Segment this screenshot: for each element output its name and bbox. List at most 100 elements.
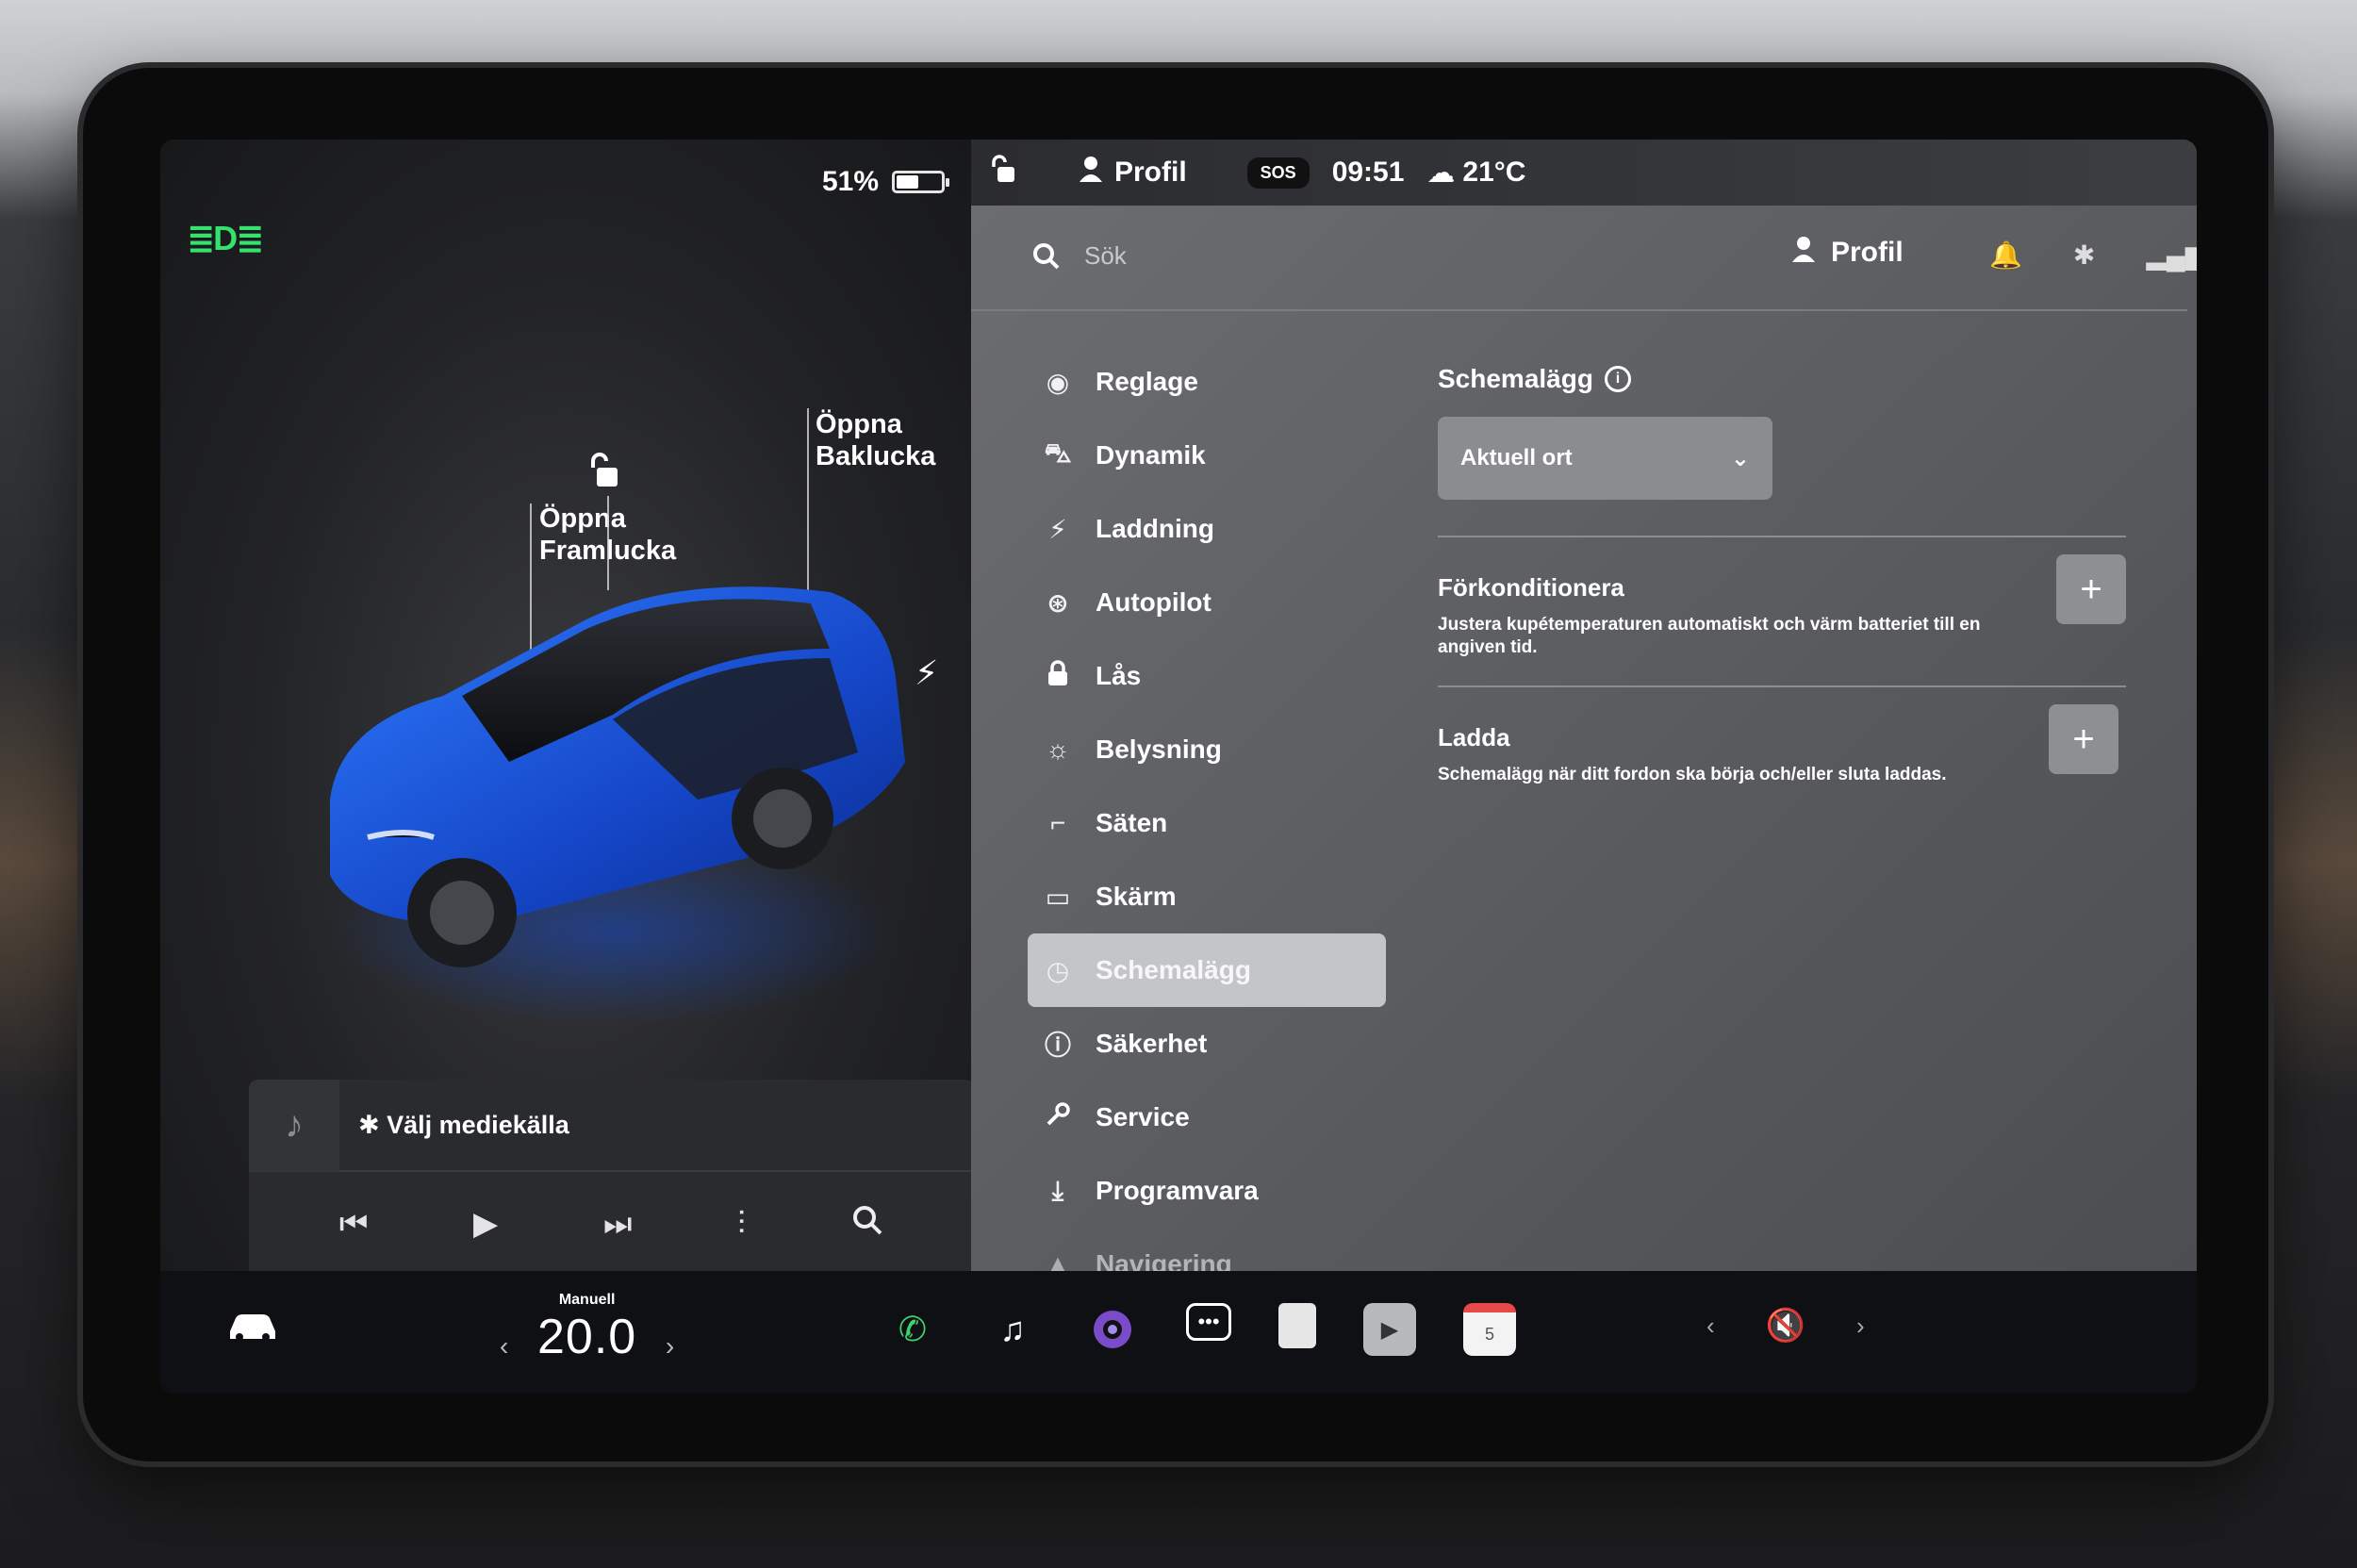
app-launcher: ✆ ♫ ••• ▶ 5 <box>886 1303 1516 1356</box>
temp-down-icon[interactable]: ‹ <box>500 1331 508 1362</box>
more-apps-icon[interactable]: ••• <box>1186 1303 1231 1341</box>
status-bar-left: 51% <box>160 153 971 211</box>
settings-panel: Sök Profil 🔔 ✱ ▂▄▆ ◉ Reglage ⛍ Dynamik ⚡ La… <box>971 206 2197 1279</box>
seat-icon: ⌐ <box>1049 808 1066 837</box>
media-source-selector[interactable]: ✱ Välj mediekälla <box>339 1111 569 1140</box>
equalizer-icon[interactable]: ⫶ <box>737 1206 746 1243</box>
open-trunk-text: Öppna Baklucka <box>816 409 936 471</box>
theater-icon[interactable]: ▶ <box>1363 1303 1416 1356</box>
person-icon <box>1791 236 1816 270</box>
bell-icon[interactable]: 🔔 <box>1989 239 2022 271</box>
bottom-taskbar: Manuell 20.0 ‹ › ✆ ♫ ••• ▶ 5 ‹ 🔇 › <box>160 1271 2197 1394</box>
menu-item-label: Säkerhet <box>1096 1029 1208 1058</box>
volume-control: ‹ 🔇 › <box>1706 1307 1865 1345</box>
menu-item-autopilot[interactable]: ⊛ Autopilot <box>1028 566 1386 639</box>
menu-item-programvara[interactable]: ⤓ Programvara <box>1028 1154 1386 1228</box>
location-dropdown-value: Aktuell ort <box>1460 445 1573 470</box>
header-icons: 🔔 ✱ ▂▄▆ <box>1989 239 2197 271</box>
touchscreen: 51% ≣D≣ Öppna Framlucka Öppna Baklucka ⚡ <box>160 140 2197 1394</box>
volume-up-icon[interactable]: › <box>1856 1312 1865 1341</box>
menu-item-label: Service <box>1096 1102 1190 1131</box>
mute-icon[interactable]: 🔇 <box>1766 1307 1805 1345</box>
open-trunk-label[interactable]: Öppna Baklucka <box>816 408 935 472</box>
climate-mode: Manuell <box>558 1292 616 1308</box>
menu-item-label: Belysning <box>1096 734 1222 764</box>
menu-item-label: Dynamik <box>1096 440 1206 470</box>
menu-item-saten[interactable]: ⌐ Säten <box>1028 786 1386 860</box>
divider <box>1438 685 2126 687</box>
precondition-description: Justera kupétemperaturen automatiskt och… <box>1438 615 1981 657</box>
person-icon <box>1079 156 1103 190</box>
settings-profile-button[interactable]: Profil <box>1791 236 1904 270</box>
music-icon[interactable]: ♫ <box>986 1303 1039 1356</box>
bluetooth-icon[interactable]: ✱ <box>2073 239 2095 271</box>
climate-control[interactable]: Manuell 20.0 ‹ › <box>500 1292 674 1365</box>
menu-item-skarm[interactable]: ▭ Skärm <box>1028 860 1386 933</box>
battery-percent: 51% <box>821 166 879 197</box>
status-profile-label: Profil <box>1114 157 1187 188</box>
menu-item-label: Reglage <box>1096 367 1198 396</box>
sos-button[interactable]: SOS <box>1246 157 1310 189</box>
sun-icon: ☼ <box>1046 734 1070 764</box>
headlight-icon: ≣D≣ <box>187 219 264 257</box>
steering-wheel-icon: ⊛ <box>1047 587 1069 618</box>
menu-item-label: Programvara <box>1096 1176 1259 1205</box>
search-icon[interactable] <box>1031 241 1062 276</box>
info-icon[interactable]: i <box>1604 366 1631 392</box>
menu-item-sakerhet[interactable]: ⓘ Säkerhet <box>1028 1007 1386 1081</box>
play-icon[interactable]: ▶ <box>473 1205 498 1243</box>
calendar-icon[interactable]: 5 <box>1463 1303 1516 1356</box>
car-view-pane: 51% ≣D≣ Öppna Framlucka Öppna Baklucka ⚡ <box>160 140 975 1278</box>
menu-item-label: Laddning <box>1096 514 1214 543</box>
media-source-row[interactable]: ♪ ✱ Välj mediekälla <box>249 1080 975 1172</box>
climate-temperature: 20.0 <box>537 1310 637 1364</box>
temp-up-icon[interactable]: › <box>666 1331 674 1362</box>
settings-profile-label: Profil <box>1831 237 1904 268</box>
media-player: ♪ ✱ Välj mediekälla ⏮ ▶ ⏭ ⫶ <box>249 1080 975 1278</box>
add-charge-schedule-button[interactable]: + <box>2049 704 2118 774</box>
next-track-icon[interactable]: ⏭ <box>603 1206 633 1243</box>
chevron-down-icon: ⌄ <box>1730 445 1750 471</box>
display-icon: ▭ <box>1045 882 1071 912</box>
menu-item-label: Lås <box>1096 661 1142 690</box>
settings-header: Sök Profil 🔔 ✱ ▂▄▆ <box>971 206 2197 311</box>
status-profile[interactable]: Profil <box>1079 156 1187 190</box>
charge-description: Schemalägg när ditt fordon ska börja och… <box>1438 765 1947 784</box>
battery-fill <box>897 175 919 189</box>
menu-item-label: Säten <box>1096 808 1168 837</box>
menu-item-schemalagg[interactable]: ◷ Schemalägg <box>1028 933 1386 1007</box>
menu-item-las[interactable]: Lås <box>1028 639 1386 713</box>
previous-track-icon[interactable]: ⏮ <box>339 1206 369 1243</box>
menu-item-reglage[interactable]: ◉ Reglage <box>1028 345 1386 419</box>
settings-menu: ◉ Reglage ⛍ Dynamik ⚡ Laddning ⊛ Autopilot L… <box>1028 345 1386 1301</box>
divider <box>1438 536 2126 537</box>
search-input[interactable]: Sök <box>1084 241 1127 271</box>
download-icon: ⤓ <box>1051 1175 1064 1205</box>
volume-down-icon[interactable]: ‹ <box>1706 1312 1715 1341</box>
lock-icon <box>1043 659 1073 693</box>
bolt-icon: ⚡ <box>1048 514 1067 544</box>
lte-signal-icon: ▂▄▆ <box>2146 240 2197 270</box>
status-bar-right: Profil SOS 09:51 ☁ 21°C <box>971 140 2197 206</box>
schedule-heading: Schemalägg i <box>1438 364 2126 394</box>
camera-icon[interactable] <box>1086 1303 1139 1356</box>
menu-item-laddning[interactable]: ⚡ Laddning <box>1028 492 1386 566</box>
charge-row: Ladda Schemalägg när ditt fordon ska bör… <box>1438 704 2126 808</box>
add-precondition-button[interactable]: + <box>2056 554 2126 624</box>
schedule-title: Schemalägg <box>1438 364 1593 393</box>
car-icon[interactable] <box>226 1309 279 1347</box>
charge-port-bolt-icon[interactable]: ⚡ <box>915 653 938 693</box>
unlocked-icon[interactable] <box>990 154 1018 191</box>
toggle-icon: ◉ <box>1046 367 1070 397</box>
menu-item-service[interactable]: Service <box>1028 1081 1386 1154</box>
media-search-icon[interactable] <box>850 1203 884 1246</box>
unlock-icon[interactable] <box>587 451 625 495</box>
menu-item-dynamik[interactable]: ⛍ Dynamik <box>1028 419 1386 492</box>
phone-icon[interactable]: ✆ <box>886 1303 939 1356</box>
location-dropdown[interactable]: Aktuell ort ⌄ <box>1438 417 1772 500</box>
menu-item-label: Skärm <box>1096 882 1177 911</box>
menu-item-label: Schemalägg <box>1096 955 1251 984</box>
alert-circle-icon: ⓘ <box>1044 1031 1071 1060</box>
menu-item-belysning[interactable]: ☼ Belysning <box>1028 713 1386 786</box>
notes-icon[interactable] <box>1278 1303 1316 1348</box>
